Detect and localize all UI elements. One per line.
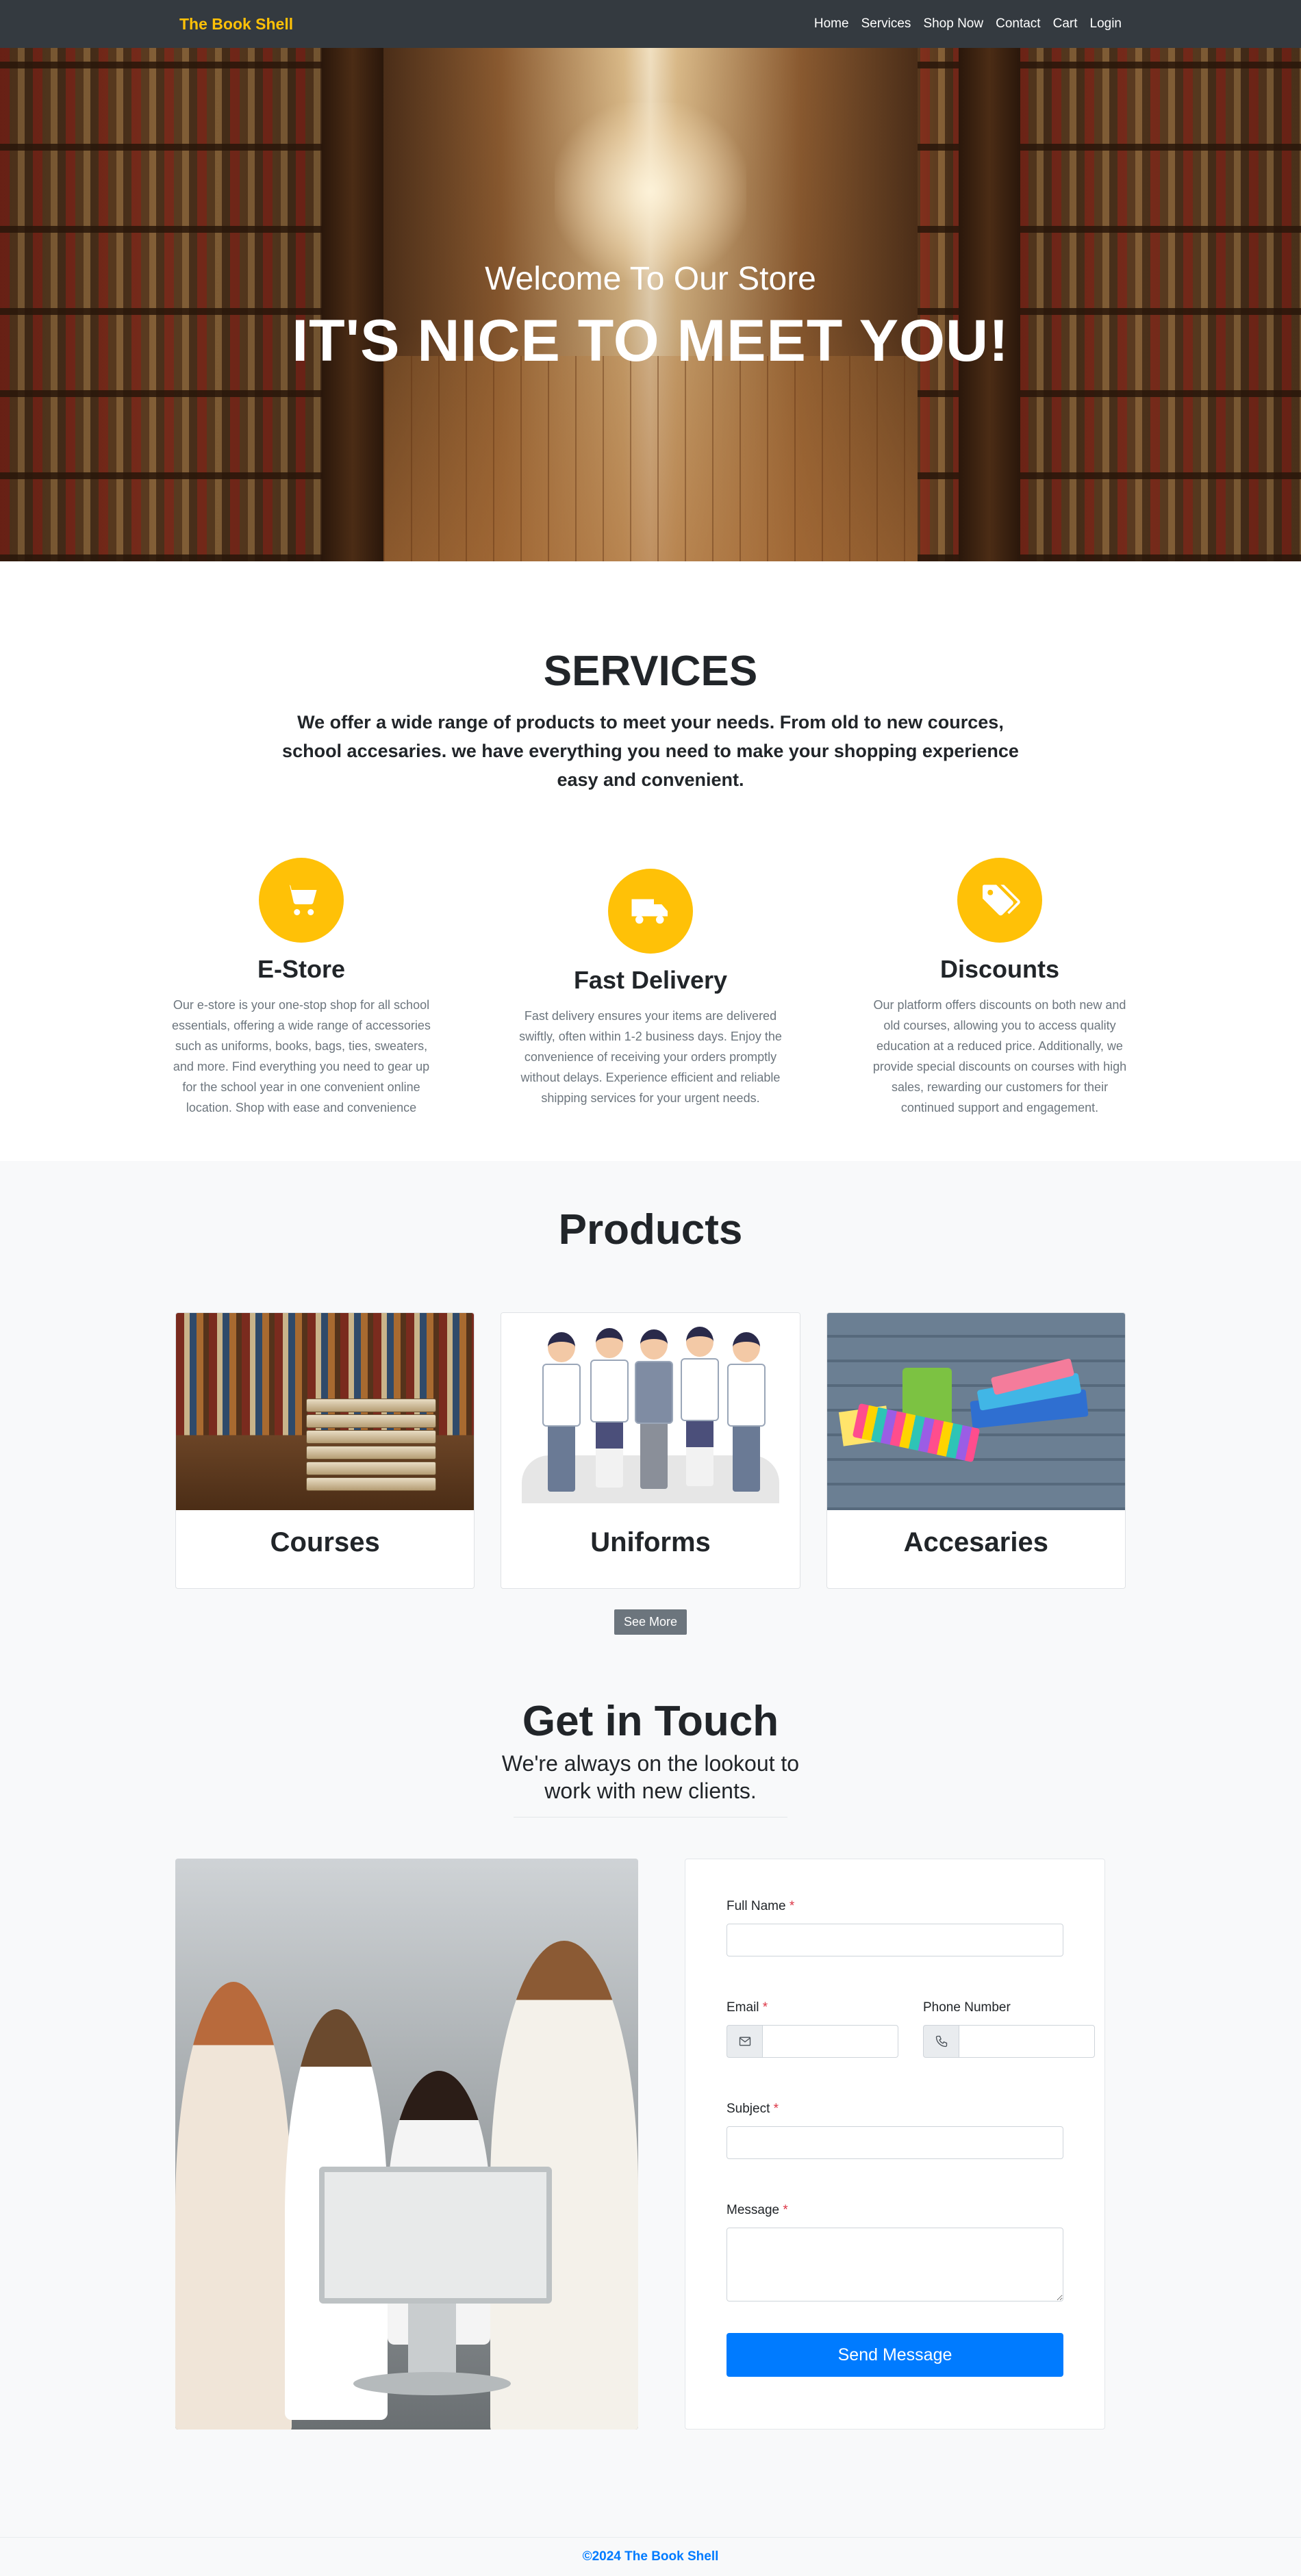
services-section: SERVICES We offer a wide range of produc… bbox=[0, 561, 1301, 1161]
nav-link-cart[interactable]: Cart bbox=[1047, 16, 1084, 31]
service-title: Discounts bbox=[939, 955, 1060, 983]
send-message-button[interactable]: Send Message bbox=[727, 2333, 1063, 2377]
email-label-text: Email bbox=[727, 2000, 759, 2015]
divider bbox=[514, 1817, 787, 1818]
phone-input[interactable] bbox=[959, 2025, 1095, 2058]
contact-row: Full Name * Email * Phone Number Subject… bbox=[175, 1859, 1126, 2430]
products-title: Products bbox=[558, 1206, 743, 1253]
full-name-input[interactable] bbox=[727, 1924, 1063, 1956]
student-figure bbox=[635, 1329, 674, 1494]
service-cards: E-Store Our e-store is your one-stop sho… bbox=[164, 858, 1137, 1118]
required-mark: * bbox=[789, 1899, 795, 1913]
product-label: Courses bbox=[270, 1527, 380, 1557]
hero-title: IT'S NICE TO MEET YOU! bbox=[292, 308, 1009, 374]
full-name-label-text: Full Name bbox=[727, 1899, 786, 1913]
uniforms-students-image bbox=[501, 1313, 800, 1510]
price-tags-icon bbox=[957, 858, 1042, 943]
footer-copyright: ©2024 The Book Shell bbox=[582, 2549, 719, 2564]
required-mark: * bbox=[773, 2102, 779, 2116]
photo-monitor-stand bbox=[408, 2304, 456, 2379]
email-label: Email * bbox=[727, 2000, 898, 2015]
nav-link-services[interactable]: Services bbox=[855, 16, 918, 31]
team-at-computer-photo bbox=[175, 1859, 638, 2430]
student-figure bbox=[542, 1332, 581, 1496]
service-text: Our platform offers discounts on both ne… bbox=[872, 998, 1127, 1114]
full-name-label: Full Name * bbox=[727, 1899, 1063, 1914]
see-more-wrap: See More bbox=[0, 1609, 1301, 1635]
services-description: We offer a wide range of products to mee… bbox=[282, 712, 1019, 790]
student-figure bbox=[727, 1332, 766, 1496]
brand-logo[interactable]: The Book Shell bbox=[179, 15, 293, 34]
nav-link-contact[interactable]: Contact bbox=[989, 16, 1046, 31]
service-card-discounts: Discounts Our platform offers discounts … bbox=[863, 858, 1137, 1118]
email-phone-row: Email * Phone Number bbox=[727, 2000, 1095, 2102]
shopping-cart-icon bbox=[259, 858, 344, 943]
product-label: Accesaries bbox=[903, 1527, 1048, 1557]
hero-floor bbox=[383, 356, 918, 561]
contact-form: Full Name * Email * Phone Number Subject… bbox=[685, 1859, 1105, 2430]
subject-input[interactable] bbox=[727, 2126, 1063, 2159]
product-label: Uniforms bbox=[590, 1527, 711, 1557]
contact-section: Get in Touch We're always on the lookout… bbox=[0, 1695, 1301, 2537]
required-mark: * bbox=[783, 2203, 788, 2217]
contact-title: Get in Touch bbox=[522, 1698, 779, 1745]
nav-link-shop-now[interactable]: Shop Now bbox=[917, 16, 989, 31]
subject-group: Subject * bbox=[727, 2102, 1063, 2203]
contact-subtitle: We're always on the lookout to work with… bbox=[0, 1750, 1301, 1805]
courses-books-image bbox=[176, 1313, 475, 1510]
message-textarea[interactable] bbox=[727, 2228, 1063, 2301]
nav-link-login[interactable]: Login bbox=[1084, 16, 1122, 31]
full-name-group: Full Name * bbox=[727, 1899, 1063, 2000]
email-input[interactable] bbox=[762, 2025, 898, 2058]
phone-icon bbox=[923, 2025, 959, 2058]
student-figure bbox=[681, 1327, 720, 1491]
product-card-uniforms[interactable]: Uniforms bbox=[501, 1312, 800, 1589]
navbar: The Book Shell Home Services Shop Now Co… bbox=[0, 0, 1301, 48]
phone-input-group bbox=[923, 2025, 1095, 2058]
photo-monitor-base bbox=[353, 2372, 511, 2395]
hero-subtitle: Welcome To Our Store bbox=[485, 261, 816, 297]
hero-text: Welcome To Our Store IT'S NICE TO MEET Y… bbox=[0, 260, 1301, 375]
subject-label-text: Subject bbox=[727, 2102, 770, 2116]
product-card-accesaries[interactable]: Accesaries bbox=[826, 1312, 1126, 1589]
services-title: SERVICES bbox=[543, 648, 758, 695]
book-stack bbox=[306, 1397, 436, 1491]
phone-label: Phone Number bbox=[923, 2000, 1011, 2015]
hero-light bbox=[555, 103, 746, 281]
service-title: E-Store bbox=[257, 955, 346, 983]
service-text: Fast delivery ensures your items are del… bbox=[519, 1009, 782, 1105]
nav-links: Home Services Shop Now Contact Cart Logi… bbox=[808, 16, 1122, 31]
service-card-estore: E-Store Our e-store is your one-stop sho… bbox=[164, 858, 438, 1118]
products-section: Products Courses Uniforms Accesaries See… bbox=[0, 1161, 1301, 1695]
required-mark: * bbox=[762, 2000, 768, 2015]
message-label: Message * bbox=[727, 2203, 1063, 2218]
photo-monitor bbox=[319, 2167, 552, 2304]
envelope-icon bbox=[727, 2025, 762, 2058]
student-figure bbox=[590, 1328, 629, 1492]
subject-label: Subject * bbox=[727, 2102, 1063, 2117]
product-card-courses[interactable]: Courses bbox=[175, 1312, 475, 1589]
school-supplies-image bbox=[826, 1313, 1125, 1510]
product-cards: Courses Uniforms Accesaries bbox=[175, 1312, 1126, 1589]
see-more-button[interactable]: See More bbox=[614, 1609, 687, 1635]
hero-section: Welcome To Our Store IT'S NICE TO MEET Y… bbox=[0, 48, 1301, 561]
service-card-fast-delivery: Fast Delivery Fast delivery ensures your… bbox=[514, 869, 787, 1118]
service-text: Our e-store is your one-stop shop for al… bbox=[172, 998, 431, 1114]
message-group: Message * bbox=[727, 2203, 1063, 2333]
service-title: Fast Delivery bbox=[573, 966, 728, 994]
photo-person bbox=[175, 1982, 292, 2430]
delivery-truck-icon bbox=[608, 869, 693, 954]
contact-subtitle-line1: We're always on the lookout to bbox=[501, 1751, 800, 1776]
email-input-group bbox=[727, 2025, 898, 2058]
phone-group: Phone Number bbox=[923, 2000, 1095, 2102]
message-label-text: Message bbox=[727, 2203, 780, 2217]
footer: ©2024 The Book Shell bbox=[0, 2537, 1301, 2576]
contact-subtitle-line2: work with new clients. bbox=[544, 1778, 757, 1803]
nav-link-home[interactable]: Home bbox=[808, 16, 855, 31]
email-group: Email * bbox=[727, 2000, 898, 2102]
